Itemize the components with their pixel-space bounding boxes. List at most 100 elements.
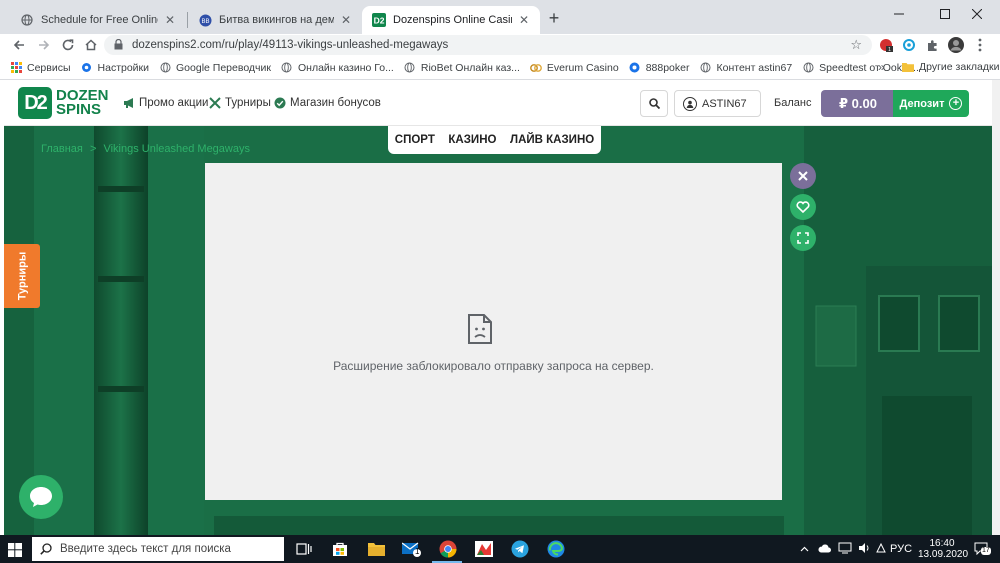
url-text: dozenspins2.com/ru/play/49113-vikings-un… — [132, 39, 449, 51]
888-icon — [629, 62, 641, 74]
telegram-icon[interactable] — [510, 539, 530, 559]
check-badge-icon — [273, 96, 287, 110]
user-icon — [683, 96, 697, 111]
megaphone-icon — [122, 96, 136, 110]
sub-nav-live-casino[interactable]: ЛАЙВ КАЗИНО — [510, 134, 594, 146]
bookmark-star-icon[interactable]: ☆ — [850, 37, 862, 53]
chrome-icon[interactable] — [438, 539, 458, 559]
back-icon[interactable] — [10, 36, 28, 54]
edge-icon[interactable] — [546, 539, 566, 559]
blocked-request-message: Расширение заблокировало отправку запрос… — [333, 359, 654, 373]
address-bar[interactable]: dozenspins2.com/ru/play/49113-vikings-un… — [104, 35, 872, 55]
extensions-puzzle-icon[interactable] — [924, 37, 940, 53]
breadcrumb-separator: > — [89, 143, 97, 155]
tab-vikings[interactable]: BB Битва викингов на демо Dozen ✕ — [188, 6, 362, 34]
bookmark-label: 888poker — [645, 61, 690, 74]
favorite-game-button[interactable] — [790, 194, 816, 220]
sub-nav-casino[interactable]: КАЗИНО — [448, 134, 496, 146]
tray-expand-icon[interactable] — [800, 543, 809, 555]
mail-icon[interactable]: 1 — [402, 539, 422, 559]
bookmark-content-astin67[interactable]: Контент astin67 — [700, 61, 793, 74]
bookmark-label: Настройки — [97, 61, 150, 74]
close-tab-icon[interactable]: ✕ — [516, 12, 532, 28]
sub-nav-sport[interactable]: СПОРТ — [395, 134, 435, 146]
user-account-button[interactable]: ASTIN67 — [674, 90, 761, 117]
balance-value: ₽ 0.00 — [821, 90, 895, 117]
bookmark-riobet[interactable]: RioBet Онлайн каз... — [404, 62, 520, 74]
bookmark-services[interactable]: Сервисы — [10, 62, 71, 74]
bookmark-888poker[interactable]: 888poker — [629, 62, 690, 74]
tournaments-side-label: Турниры — [16, 251, 29, 301]
profile-avatar[interactable] — [947, 36, 965, 54]
bookmark-translate[interactable]: Google Переводчик — [159, 62, 271, 74]
battery-icon[interactable] — [876, 542, 886, 557]
breadcrumb-home[interactable]: Главная — [41, 143, 83, 155]
bookmark-label: Google Переводчик — [176, 61, 271, 74]
cloud-icon[interactable] — [818, 544, 831, 556]
nav-label: Магазин бонусов — [290, 97, 381, 109]
search-icon — [648, 98, 660, 109]
svg-text:1: 1 — [888, 47, 891, 52]
nav-promo[interactable]: Промо акции — [122, 96, 208, 110]
globe-icon — [802, 62, 814, 74]
heart-icon — [796, 201, 810, 213]
extension-adblock-icon[interactable]: 1 — [878, 37, 894, 53]
bookmark-label: Контент astin67 — [716, 61, 793, 74]
windows-taskbar: Введите здесь текст для поиска 1 РУС 16:… — [0, 535, 1000, 563]
network-icon[interactable] — [838, 542, 852, 557]
nav-bonus-shop[interactable]: Магазин бонусов — [273, 96, 381, 110]
tournaments-side-tab[interactable]: Турниры — [4, 244, 40, 308]
windows-start-icon[interactable] — [8, 543, 22, 557]
gear-icon — [81, 62, 93, 74]
globe-icon — [20, 13, 34, 27]
nav-tournaments[interactable]: Турниры — [208, 96, 271, 110]
other-bookmarks-folder[interactable]: Другие закладки — [902, 61, 999, 73]
extension-sync-icon[interactable] — [901, 37, 917, 53]
taskbar-clock[interactable]: 16:40 13.09.2020 — [918, 538, 969, 560]
chat-widget-button[interactable] — [19, 475, 63, 519]
search-icon — [40, 543, 52, 555]
bookmark-settings[interactable]: Настройки — [81, 61, 150, 74]
notification-center-icon[interactable]: 17 — [972, 541, 991, 557]
breadcrumb: Главная > Vikings Unleashed Megaways — [41, 143, 250, 155]
casino-sub-nav: СПОРТ КАЗИНО ЛАЙВ КАЗИНО — [388, 126, 601, 154]
nav-label: Промо акции — [139, 97, 209, 109]
minimize-icon[interactable] — [876, 0, 922, 28]
tab-dozenspins[interactable]: D2 Dozenspins Online Casino ✕ — [362, 6, 540, 34]
app-tiles-icon[interactable] — [474, 539, 494, 559]
tab-schedule[interactable]: Schedule for Free Online Video S ✕ — [10, 6, 186, 34]
language-indicator[interactable]: РУС — [890, 543, 912, 555]
bookmark-everum[interactable]: Everum Casino — [530, 62, 619, 74]
bookmarks-overflow-button[interactable]: » — [878, 60, 885, 74]
dozenspins-logo[interactable]: D2 DOZEN SPINS — [18, 87, 109, 119]
fullscreen-button[interactable] — [790, 225, 816, 251]
logo-text: DOZEN SPINS — [56, 88, 109, 117]
bookmark-label: RioBet Онлайн каз... — [420, 61, 520, 74]
bookmark-online-casino[interactable]: Онлайн казино Го... — [281, 62, 394, 74]
notification-count: 17 — [981, 547, 991, 555]
bookmark-label: Сервисы — [27, 61, 71, 74]
speaker-icon[interactable] — [858, 542, 870, 557]
close-game-button[interactable] — [790, 163, 816, 189]
home-icon[interactable] — [82, 36, 100, 54]
new-tab-button[interactable]: + — [544, 9, 564, 29]
menu-dots-icon[interactable] — [972, 37, 988, 53]
reload-icon[interactable] — [59, 36, 77, 54]
taskbar-search-box[interactable]: Введите здесь текст для поиска — [32, 537, 284, 561]
store-icon[interactable] — [330, 539, 350, 559]
clock-date: 13.09.2020 — [918, 549, 969, 560]
file-explorer-icon[interactable] — [366, 539, 386, 559]
site-search-button[interactable] — [640, 90, 668, 117]
svg-text:D2: D2 — [374, 16, 385, 26]
page-scrollbar[interactable] — [992, 80, 1000, 535]
task-view-icon[interactable] — [294, 539, 314, 559]
close-window-icon[interactable] — [954, 0, 1000, 28]
game-iframe: Расширение заблокировало отправку запрос… — [205, 163, 782, 500]
close-tab-icon[interactable]: ✕ — [338, 12, 354, 28]
plus-circle-icon: + — [949, 97, 963, 110]
site-favicon: BB — [198, 13, 212, 27]
forward-icon[interactable] — [35, 36, 53, 54]
close-tab-icon[interactable]: ✕ — [162, 12, 178, 28]
browser-toolbar: dozenspins2.com/ru/play/49113-vikings-un… — [0, 34, 1000, 56]
deposit-button[interactable]: Депозит + — [893, 90, 969, 117]
